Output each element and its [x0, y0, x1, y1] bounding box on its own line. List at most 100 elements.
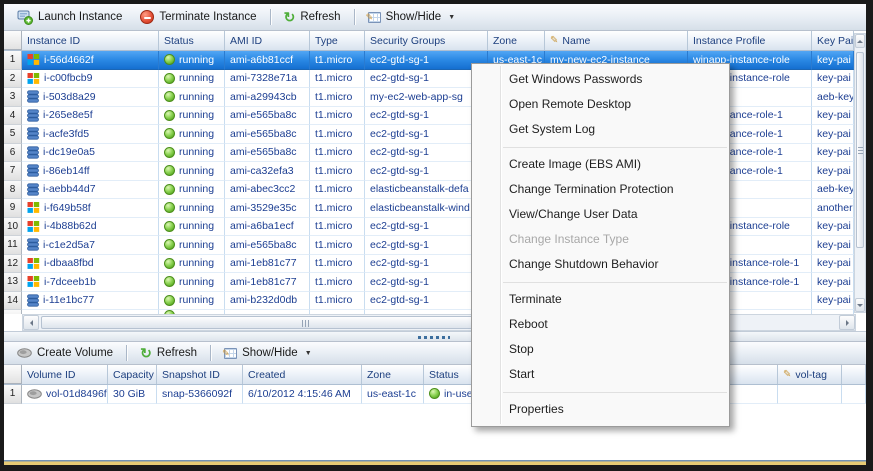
cell-security-groups: ec2-gtd-sg-1 — [365, 70, 488, 89]
cell-type: t1.micro — [310, 70, 365, 89]
row-number[interactable]: 2 — [4, 70, 22, 89]
cell-status: running — [159, 70, 225, 89]
linux-instance-icon — [27, 183, 39, 196]
scroll-right-button[interactable] — [839, 315, 855, 330]
cell-key-pair: aeb-key — [812, 181, 854, 200]
menu-item-properties[interactable]: Properties — [472, 397, 729, 422]
launch-instance-button[interactable]: Launch Instance — [8, 7, 131, 28]
column-header-status[interactable]: Status — [159, 31, 225, 50]
cell-instance-id: i-4b88b62d — [22, 218, 159, 237]
linux-instance-icon — [27, 294, 39, 307]
panel-splitter[interactable] — [4, 331, 866, 342]
menu-item-reboot[interactable]: Reboot — [472, 312, 729, 337]
terminate-instance-button[interactable]: Terminate Instance — [131, 7, 265, 28]
column-header-type[interactable]: Type — [310, 31, 365, 50]
menu-item-get-system-log[interactable]: Get System Log — [472, 117, 729, 142]
row-number[interactable]: 14 — [4, 292, 22, 311]
column-header-instance-id[interactable]: Instance ID — [22, 31, 159, 50]
column-header-volume-id[interactable]: Volume ID — [22, 365, 108, 384]
linux-instance-icon — [27, 146, 39, 159]
volumes-table: Volume ID CapacitySnapshot IDCreatedZone S… — [4, 365, 866, 425]
status-running-icon — [164, 165, 175, 176]
volume-row-vol-01d8496f[interactable]: 1vol-01d8496f30 GiBsnap-5366092f6/10/201… — [4, 385, 866, 404]
volume-icon — [27, 389, 42, 399]
vertical-scroll-thumb[interactable] — [856, 52, 864, 248]
row-number[interactable]: 4 — [4, 107, 22, 126]
row-number[interactable]: 3 — [4, 88, 22, 107]
volumes-toolbar: Create Volume ↻ Refresh ✎ Show/Hide ▼ — [4, 342, 866, 365]
refresh-label: Refresh — [157, 347, 197, 359]
row-number[interactable]: 8 — [4, 181, 22, 200]
column-header-key-pair[interactable]: Key Pair — [812, 31, 854, 50]
column-header-name[interactable]: ✎Name — [545, 31, 688, 50]
cell-security-groups: elasticbeanstalk-defa — [365, 181, 488, 200]
column-header-instance-profile[interactable]: Instance Profile — [688, 31, 812, 50]
cell-security-groups: my-ec2-web-app-sg — [365, 88, 488, 107]
menu-item-change-termination-protection[interactable]: Change Termination Protection — [472, 177, 729, 202]
menu-item-create-image-ebs-ami[interactable]: Create Image (EBS AMI) — [472, 152, 729, 177]
cell-key-pair: key-pai — [812, 236, 854, 255]
cell-type: t1.micro — [310, 162, 365, 181]
cell-key-pair: key-pai — [812, 255, 854, 274]
cell-ami-id: ami-1eb81c77 — [225, 255, 310, 274]
status-running-icon — [164, 184, 175, 195]
linux-instance-icon — [27, 164, 39, 177]
up-arrow-icon — [857, 37, 863, 43]
menu-item-view-change-user-data[interactable]: View/Change User Data — [472, 202, 729, 227]
row-number[interactable]: 11 — [4, 236, 22, 255]
instance-context-menu: Get Windows PasswordsOpen Remote Desktop… — [471, 63, 730, 427]
show-hide-columns-button[interactable]: ✎ Show/Hide ▼ — [215, 343, 321, 364]
row-number[interactable]: 6 — [4, 144, 22, 163]
scroll-up-button[interactable] — [855, 34, 865, 48]
column-header-ami-id[interactable]: AMI ID — [225, 31, 310, 50]
column-header-label: Capacity — [113, 369, 154, 381]
status-running-icon — [164, 221, 175, 232]
row-number[interactable]: 9 — [4, 199, 22, 218]
cell-ami-id: ami-abec3cc2 — [225, 181, 310, 200]
status-running-icon — [164, 91, 175, 102]
cell-type: t1.micro — [310, 292, 365, 311]
dropdown-caret-icon: ▼ — [305, 350, 312, 357]
row-number[interactable]: 5 — [4, 125, 22, 144]
row-number[interactable]: 1 — [4, 385, 22, 404]
cell-security-groups: ec2-gtd-sg-1 — [365, 292, 488, 311]
column-header-created[interactable]: Created — [243, 365, 362, 384]
row-gutter-header[interactable] — [4, 365, 22, 384]
column-header-blank[interactable] — [842, 365, 866, 384]
menu-item-start[interactable]: Start — [472, 362, 729, 387]
toolbar-separator — [354, 9, 355, 25]
scroll-down-button[interactable] — [855, 298, 865, 312]
cell-status: running — [159, 51, 225, 70]
row-number[interactable]: 7 — [4, 162, 22, 181]
toolbar-separator — [126, 345, 127, 361]
menu-item-stop[interactable]: Stop — [472, 337, 729, 362]
instances-horizontal-scrollbar[interactable] — [22, 314, 856, 331]
create-volume-button[interactable]: Create Volume — [8, 343, 122, 364]
cell-security-groups: ec2-gtd-sg-1 — [365, 144, 488, 163]
scroll-left-button[interactable] — [23, 315, 39, 330]
column-header-snapshot-id[interactable]: Snapshot ID — [157, 365, 243, 384]
cell-instance-id: i-acfe3fd5 — [22, 125, 159, 144]
row-number[interactable]: 10 — [4, 218, 22, 237]
show-hide-columns-button[interactable]: ✎ Show/Hide ▼ — [359, 7, 465, 28]
status-running-icon — [164, 258, 175, 269]
menu-item-terminate[interactable]: Terminate — [472, 287, 729, 312]
column-header-capacity[interactable]: Capacity — [108, 365, 157, 384]
menu-item-change-shutdown-behavior[interactable]: Change Shutdown Behavior — [472, 252, 729, 277]
column-header-vol-tag[interactable]: ✎vol-tag — [778, 365, 842, 384]
status-running-icon — [164, 276, 175, 287]
refresh-instances-button[interactable]: ↻ Refresh — [275, 7, 350, 28]
row-gutter-header[interactable] — [4, 31, 22, 50]
column-header-security-groups[interactable]: Security Groups — [365, 31, 488, 50]
row-number[interactable]: 12 — [4, 255, 22, 274]
column-header-zone[interactable]: Zone — [488, 31, 545, 50]
refresh-volumes-button[interactable]: ↻ Refresh — [131, 343, 206, 364]
column-header-zone[interactable]: Zone — [362, 365, 424, 384]
row-number[interactable]: 13 — [4, 273, 22, 292]
row-number[interactable]: 1 — [4, 51, 22, 70]
menu-item-open-remote-desktop[interactable]: Open Remote Desktop — [472, 92, 729, 117]
cell-type: t1.micro — [310, 236, 365, 255]
menu-item-get-windows-passwords[interactable]: Get Windows Passwords — [472, 67, 729, 92]
instances-vertical-scrollbar[interactable] — [854, 33, 866, 313]
cell-security-groups: ec2-gtd-sg-1 — [365, 273, 488, 292]
